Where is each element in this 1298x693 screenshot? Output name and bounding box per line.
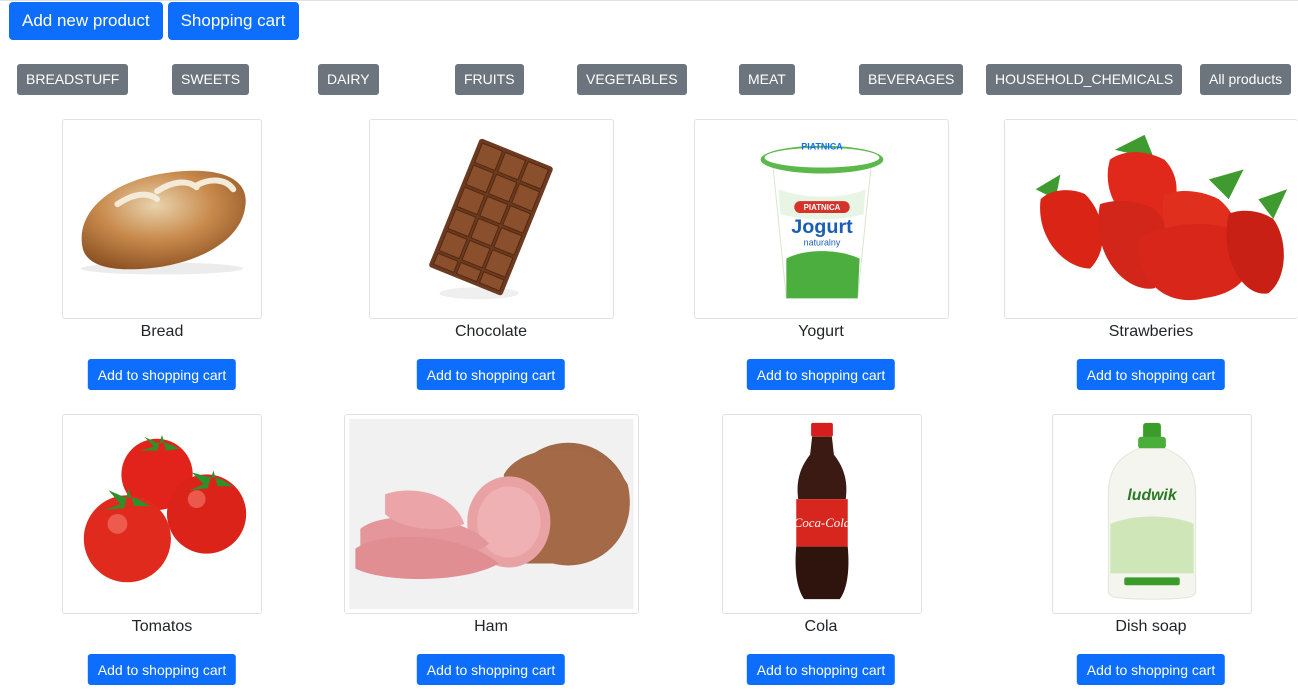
chocolate-image	[369, 119, 614, 319]
category-dairy-button[interactable]: DAIRY	[318, 64, 379, 95]
ham-picture	[349, 418, 634, 610]
add-to-cart-button-yogurt[interactable]: Add to shopping cart	[746, 359, 896, 390]
tomatoes-image	[62, 414, 262, 614]
dish-soap-picture: ludwik	[1107, 422, 1197, 600]
yogurt-subtitle: naturalny	[804, 238, 841, 248]
product-name: Tomatos	[131, 618, 193, 635]
yogurt-label-brand: PIATNICA	[804, 203, 841, 212]
chocolate-picture	[429, 138, 553, 300]
product-name: Strawberies	[1108, 323, 1194, 340]
add-new-product-button[interactable]: Add new product	[9, 2, 163, 40]
add-to-cart-button-strawberries[interactable]: Add to shopping cart	[1076, 359, 1226, 390]
add-to-cart-button-bread[interactable]: Add to shopping cart	[87, 359, 237, 390]
tomatoes-picture	[83, 434, 247, 583]
strawberries-image	[1004, 119, 1298, 319]
add-to-cart-button-chocolate[interactable]: Add to shopping cart	[416, 359, 566, 390]
product-name: Bread	[140, 323, 184, 340]
yogurt-title: Jogurt	[791, 216, 853, 238]
dish-soap-image: ludwik	[1052, 414, 1252, 614]
add-to-cart-button-cola[interactable]: Add to shopping cart	[746, 654, 896, 685]
cola-image: Coca-Cola	[722, 414, 922, 614]
category-beverages-button[interactable]: BEVERAGES	[859, 64, 964, 95]
yogurt-picture: PIATNICA PIATNICA Jogurt naturalny	[760, 142, 884, 299]
yogurt-lid-brand: PIATNICA	[801, 142, 843, 152]
add-to-cart-button-ham[interactable]: Add to shopping cart	[416, 654, 566, 685]
shopping-cart-button[interactable]: Shopping cart	[167, 2, 299, 40]
product-name: Cola	[804, 618, 838, 635]
product-name: Yogurt	[798, 323, 844, 340]
strawberries-picture	[1035, 134, 1288, 301]
yogurt-image: PIATNICA PIATNICA Jogurt naturalny	[694, 119, 949, 319]
top-toolbar: Add new product Shopping cart	[9, 2, 299, 40]
category-household-chemicals-button[interactable]: HOUSEHOLD_CHEMICALS	[986, 64, 1183, 95]
cola-label-text: Coca-Cola	[794, 516, 850, 530]
category-meat-button[interactable]: MEAT	[739, 64, 795, 95]
category-all-products-button[interactable]: All products	[1200, 64, 1292, 95]
add-to-cart-button-tomatoes[interactable]: Add to shopping cart	[87, 654, 237, 685]
ham-image	[344, 414, 639, 614]
category-breadstuff-button[interactable]: BREADSTUFF	[17, 64, 129, 95]
category-vegetables-button[interactable]: VEGETABLES	[577, 64, 687, 95]
product-name: Ham	[474, 618, 508, 635]
bread-picture	[80, 170, 246, 275]
product-name: Chocolate	[454, 323, 528, 340]
category-fruits-button[interactable]: FRUITS	[455, 64, 524, 95]
cola-picture: Coca-Cola	[794, 422, 850, 600]
dish-soap-label-text: ludwik	[1127, 487, 1177, 504]
bread-image	[62, 119, 262, 319]
category-sweets-button[interactable]: SWEETS	[172, 64, 250, 95]
product-name: Dish soap	[1115, 618, 1187, 635]
add-to-cart-button-dish-soap[interactable]: Add to shopping cart	[1076, 654, 1226, 685]
category-filter-bar: BREADSTUFF SWEETS DAIRY FRUITS VEGETABLE…	[0, 64, 1298, 95]
